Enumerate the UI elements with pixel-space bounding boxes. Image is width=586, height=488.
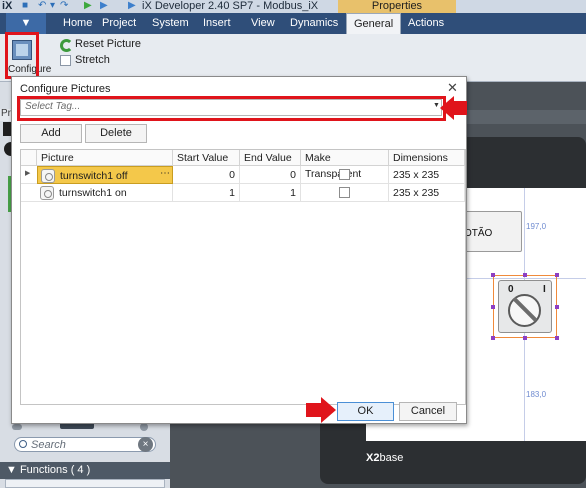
functions-header[interactable]: ▼ Functions ( 4 ) — [0, 462, 170, 479]
start-value-cell[interactable]: 1 — [173, 184, 240, 202]
cancel-button[interactable]: Cancel — [399, 402, 457, 421]
stretch-checkbox[interactable] — [60, 55, 71, 66]
start-value-cell[interactable]: 0 — [173, 166, 240, 184]
picture-cell[interactable]: turnswitch1 on — [37, 184, 173, 202]
make-transparent-checkbox[interactable] — [339, 169, 350, 180]
tab-insert[interactable]: Insert — [203, 13, 231, 34]
resize-handle[interactable] — [491, 305, 495, 309]
tag-select-dropdown[interactable]: Select Tag... ▼ — [20, 99, 442, 116]
make-transparent-checkbox[interactable] — [339, 187, 350, 198]
switch-off-label: 0 — [508, 284, 514, 295]
picture-thumbnail-icon — [40, 186, 54, 200]
add-button[interactable]: Add — [20, 124, 82, 143]
functions-label: Functions ( 4 ) — [19, 464, 91, 476]
tab-project[interactable]: Project — [102, 13, 136, 34]
configure-pictures-dialog: Configure Pictures ✕ Select Tag... ▼ Add… — [11, 76, 467, 424]
tab-general[interactable]: General — [346, 13, 402, 34]
resize-handle[interactable] — [491, 336, 495, 340]
reset-picture-button[interactable]: Reset Picture — [75, 38, 141, 50]
context-tab-properties: Properties — [338, 0, 456, 13]
resize-handle[interactable] — [555, 305, 559, 309]
resize-handle[interactable] — [555, 336, 559, 340]
resize-handle[interactable] — [555, 273, 559, 277]
column-header-dimensions[interactable]: Dimensions — [389, 150, 465, 166]
play-icon[interactable]: ▶ — [100, 0, 108, 11]
picture-name: turnswitch1 off — [60, 170, 128, 182]
ribbon-panel: Configure Reset Picture Stretch — [0, 34, 586, 82]
search-icon — [19, 440, 27, 448]
configure-highlight — [5, 32, 39, 79]
button-widget-text: OTÃO — [464, 228, 493, 239]
file-menu-button[interactable]: ▼ — [6, 13, 46, 34]
screen-name-bold: X2 — [366, 452, 380, 464]
tag-select-placeholder: Select Tag... — [25, 101, 81, 112]
column-header-start-value[interactable]: Start Value — [173, 150, 240, 166]
row-expand-icon[interactable]: ▶ — [25, 169, 30, 177]
tab-view[interactable]: View — [251, 13, 275, 34]
dimensions-cell: 235 x 235 — [389, 166, 465, 184]
ribbon-tabs: ▼ Home Project System Insert View Dynami… — [0, 13, 586, 34]
dialog-title: Configure Pictures — [20, 83, 111, 95]
resize-handle[interactable] — [491, 273, 495, 277]
tab-dynamics[interactable]: Dynamics — [290, 13, 338, 34]
end-value-cell[interactable]: 1 — [240, 184, 301, 202]
make-transparent-cell — [301, 166, 389, 184]
make-transparent-cell — [301, 184, 389, 202]
tag-arrow-icon — [440, 96, 467, 120]
stretch-label: Stretch — [75, 54, 110, 66]
browse-ellipsis-button[interactable]: ⋯ — [160, 165, 170, 183]
table-row[interactable]: turnswitch1 on 1 1 235 x 235 — [21, 184, 465, 202]
ok-button[interactable]: OK — [337, 402, 394, 421]
resize-handle[interactable] — [523, 336, 527, 340]
tab-system[interactable]: System — [152, 13, 189, 34]
tab-actions[interactable]: Actions — [408, 13, 444, 34]
column-header-make-transparent[interactable]: Make Transparent — [301, 150, 389, 180]
undo-dropdown-icon[interactable]: ▾ — [50, 0, 55, 11]
refresh-icon — [60, 39, 73, 52]
pictures-grid: Picture Start Value End Value Make Trans… — [20, 149, 466, 405]
grid-header-spacer — [21, 150, 37, 166]
chevron-down-icon: ▼ — [433, 102, 440, 109]
search-input[interactable]: Search — [14, 437, 156, 452]
resize-handle[interactable] — [523, 273, 527, 277]
picture-name: turnswitch1 on — [59, 187, 127, 199]
screen-name-label: X2base — [366, 452, 403, 464]
search-placeholder: Search — [31, 439, 66, 451]
dimensions-cell: 235 x 235 — [389, 184, 465, 202]
run-icon[interactable]: ▶ — [84, 0, 92, 11]
redo-icon[interactable]: ↷ — [60, 0, 68, 11]
switch-knob-icon — [508, 294, 541, 327]
simulate-icon[interactable]: ▶ — [128, 0, 136, 11]
title-bar: iX ■ ↶ ▾ ↷ ▶ ▶ ▶ iX Developer 2.40 SP7 -… — [0, 0, 586, 13]
picture-cell-selected[interactable]: turnswitch1 off ⋯ — [37, 166, 173, 184]
undo-icon[interactable]: ↶ — [38, 0, 46, 11]
clear-search-icon[interactable]: × — [138, 437, 153, 452]
column-header-picture[interactable]: Picture — [37, 150, 173, 166]
end-value-cell[interactable]: 0 — [240, 166, 301, 184]
app-logo: iX — [2, 0, 13, 12]
close-icon[interactable]: ✕ — [447, 80, 458, 96]
turn-switch-body: 0 I — [498, 280, 552, 333]
turn-switch-widget[interactable]: 0 I — [493, 275, 557, 338]
coordinate-bottom: 183,0 — [526, 390, 547, 399]
delete-button[interactable]: Delete — [85, 124, 147, 143]
column-header-end-value[interactable]: End Value — [240, 150, 301, 166]
ok-arrow-icon — [306, 397, 336, 423]
left-panel-title: Pr — [1, 108, 11, 119]
coordinate-top: 197,0 — [526, 222, 547, 231]
picture-thumbnail-icon — [41, 169, 55, 183]
screen-name-suffix: base — [379, 452, 404, 464]
functions-list — [5, 479, 165, 488]
tab-home[interactable]: Home — [63, 13, 92, 34]
save-icon[interactable]: ■ — [22, 0, 28, 11]
table-row[interactable]: ▶ turnswitch1 off ⋯ 0 0 235 x 235 — [21, 166, 465, 184]
switch-on-label: I — [543, 284, 546, 295]
window-title: iX Developer 2.40 SP7 - Modbus_iX — [142, 0, 319, 12]
